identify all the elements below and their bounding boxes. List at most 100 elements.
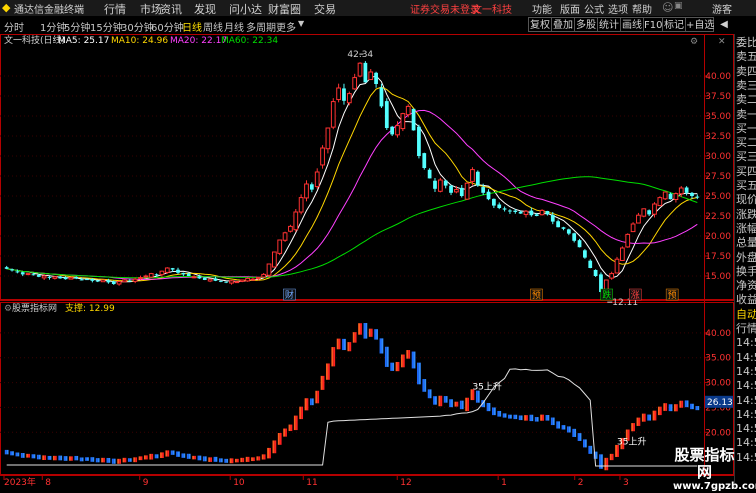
tab-monthly[interactable]: 月线 xyxy=(224,19,244,34)
candle-body-down xyxy=(690,192,694,196)
event-marker-label: 涨 xyxy=(631,290,640,301)
indicator-bar-right xyxy=(456,401,459,407)
indicator-bar-right xyxy=(392,362,395,371)
menu-jiaoyi[interactable]: 交易 xyxy=(314,1,336,17)
candle-body-down xyxy=(36,275,41,277)
menu-hangqing[interactable]: 行情 xyxy=(104,1,126,17)
candle-body-up xyxy=(609,273,615,279)
chevron-left-icon[interactable]: ◀ xyxy=(714,17,734,32)
kline-chart-area[interactable]: 文一科技(日线) MA5: 25.17 MA10: 24.96 MA20: 22… xyxy=(0,34,734,487)
indicator-bar-right xyxy=(92,457,95,462)
quote-field-label: 自动 xyxy=(736,307,756,321)
tab-fenshi[interactable]: 分时 xyxy=(4,19,24,34)
tab-15min[interactable]: 15分钟 xyxy=(90,19,123,34)
indicator-bar-left xyxy=(609,453,612,461)
y-tick-label: 32.50 xyxy=(705,132,731,142)
indicator-bar-left xyxy=(117,458,120,464)
indicator-bar-left xyxy=(583,439,585,448)
settings-icon[interactable]: ⚙ xyxy=(690,37,698,47)
menu-caifuquan[interactable]: 财富圈 xyxy=(268,1,301,17)
menu-zixun[interactable]: 资讯 xyxy=(160,1,182,17)
indicator-bar-left xyxy=(663,403,666,411)
indicator-bar-left xyxy=(652,410,655,421)
candle-body-down xyxy=(106,280,111,283)
candle-body-up xyxy=(122,279,127,283)
stats-button[interactable]: 统计 xyxy=(597,17,621,32)
indicator-bar-right xyxy=(215,456,218,462)
indicator-bar-left xyxy=(641,413,644,422)
menu-bangzhu[interactable]: 帮助 xyxy=(632,1,652,16)
menu-shichang[interactable]: 市场 xyxy=(140,1,162,17)
fuquan-button[interactable]: 复权 xyxy=(528,17,552,32)
indicator-bar-left xyxy=(218,458,221,463)
indicator-bar-right xyxy=(76,455,79,461)
draw-line-button[interactable]: 画线 xyxy=(620,17,644,32)
menu-gongshi[interactable]: 公式 xyxy=(584,1,604,16)
cart-icon[interactable]: ▣ xyxy=(674,1,683,11)
candle-body-up xyxy=(229,280,234,284)
quote-field-label: 总量 xyxy=(736,236,756,250)
candle-body-up xyxy=(368,71,374,81)
candle-body-down xyxy=(176,269,180,273)
gear-icon[interactable]: ⚙ xyxy=(4,304,12,314)
add-watchlist-button[interactable]: +自选 xyxy=(685,17,714,32)
menu-gongneng[interactable]: 功能 xyxy=(532,1,552,16)
indicator-bar-right xyxy=(413,351,416,369)
close-icon[interactable]: ✕ xyxy=(718,37,726,47)
candle-body-up xyxy=(346,93,352,104)
support-line xyxy=(6,368,698,467)
tab-30min[interactable]: 30分钟 xyxy=(121,19,154,34)
menu-banmian[interactable]: 版面 xyxy=(560,1,580,16)
event-marker-label: 跌 xyxy=(602,290,611,301)
y-tick-label: 22.50 xyxy=(705,212,731,222)
indicator-bar-right xyxy=(408,350,411,359)
indicator-bar-left xyxy=(433,396,435,405)
indicator-bar-left xyxy=(379,338,382,354)
chevron-down-icon[interactable]: ▼ xyxy=(298,19,304,28)
indicator-bar-left xyxy=(524,415,526,421)
tab-60min[interactable]: 60分钟 xyxy=(151,19,184,34)
indicator-bar-right xyxy=(451,399,453,408)
candle-body-down xyxy=(10,269,14,271)
indicator-bar-right xyxy=(129,458,132,462)
indicator-bar-left xyxy=(235,458,237,463)
login-notice[interactable]: 证券交易未登录 xyxy=(410,1,480,16)
candle-body-up xyxy=(657,197,663,207)
indicator-bar-right xyxy=(461,400,464,410)
indicator-bar-left xyxy=(106,457,109,463)
mark-button[interactable]: 标记 xyxy=(662,17,686,32)
menu-xuanxiang[interactable]: 选项 xyxy=(608,1,628,16)
person-icon[interactable]: ☺ xyxy=(662,1,673,14)
candle-body-down xyxy=(127,280,132,282)
tab-multi-period[interactable]: 多周期 xyxy=(246,19,276,34)
candle-body-up xyxy=(116,281,122,285)
guest-label[interactable]: 游客 xyxy=(712,1,732,16)
indicator-bar-right xyxy=(467,397,469,412)
indicator-bar-right xyxy=(220,458,223,463)
indicator-bar-left xyxy=(315,390,318,404)
indicator-bar-left xyxy=(15,452,18,457)
candle-body-down xyxy=(85,279,89,281)
candle-body-down xyxy=(518,211,523,214)
indicator-bar-left xyxy=(10,451,13,456)
indicator-bar-left xyxy=(213,456,216,462)
indicator-bar-right xyxy=(531,414,534,422)
menu-faxian[interactable]: 发现 xyxy=(194,1,216,17)
main-chart-title: 文一科技(日线) xyxy=(4,34,65,46)
indicator-bar-right xyxy=(552,417,555,426)
indicator-bar-left xyxy=(133,457,136,463)
candle-body-up xyxy=(159,270,165,276)
indicator-bar-right xyxy=(86,457,89,461)
multi-stock-button[interactable]: 多股 xyxy=(574,17,598,32)
tab-weekly[interactable]: 周线 xyxy=(203,19,223,34)
tab-1min[interactable]: 1分钟 xyxy=(40,19,66,34)
indicator-bar-right xyxy=(290,424,293,432)
menu-wenxiaoda[interactable]: 问小达 xyxy=(229,1,262,17)
tab-more[interactable]: 更多 xyxy=(276,19,296,34)
tab-daily[interactable]: 日线 xyxy=(182,19,202,34)
tab-5min[interactable]: 5分钟 xyxy=(64,19,90,34)
indicator-bar-right xyxy=(263,454,266,460)
f10-button[interactable]: F10 xyxy=(643,17,663,32)
indicator-bar-left xyxy=(358,323,361,335)
overlay-button[interactable]: 叠加 xyxy=(551,17,575,32)
